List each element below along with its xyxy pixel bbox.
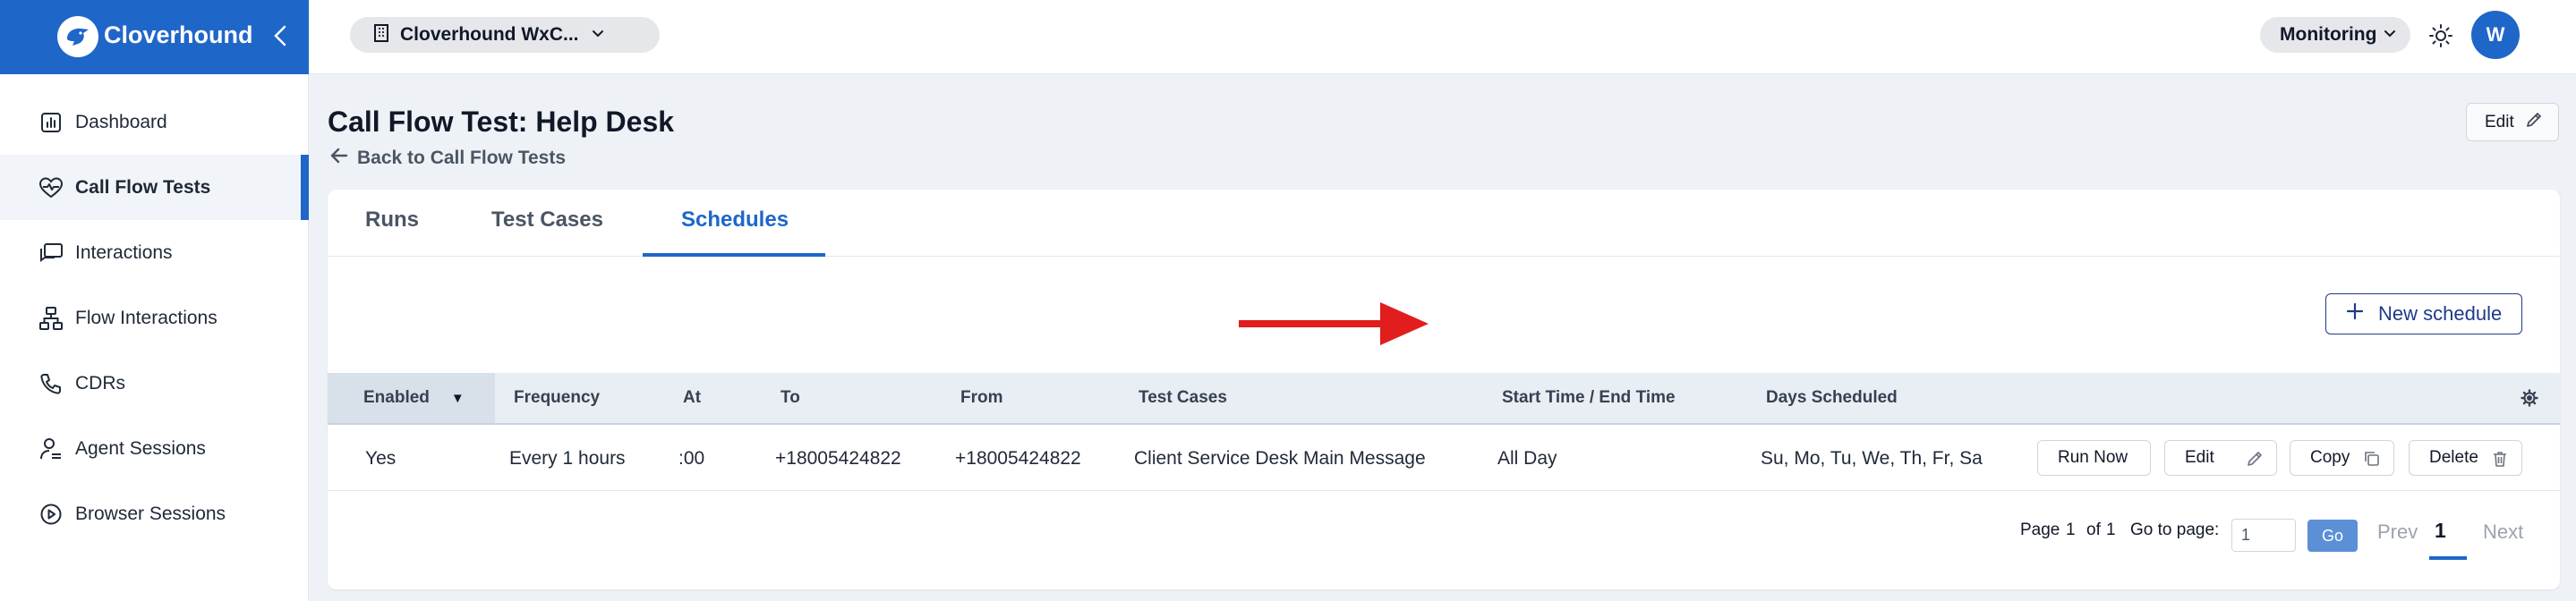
back-link[interactable]: Back to Call Flow Tests <box>330 148 566 169</box>
sidebar-nav: Dashboard Call Flow Tests Interactions F… <box>0 89 309 546</box>
page-of-word: of <box>2086 521 2101 539</box>
new-schedule-label: New schedule <box>2378 302 2503 325</box>
sidebar-item-label: Browser Sessions <box>75 503 226 524</box>
sidebar-item-label: Flow Interactions <box>75 307 218 328</box>
edit-schedule-button[interactable]: Edit <box>2164 440 2277 476</box>
sidebar-item-call-flow-tests[interactable]: Call Flow Tests <box>0 155 309 220</box>
theme-toggle-sun-icon[interactable] <box>2428 23 2453 48</box>
annotation-arrow-icon <box>1239 300 1430 351</box>
arrow-left-icon <box>330 148 348 169</box>
current-page-number[interactable]: 1 <box>2435 519 2446 543</box>
mode-selector[interactable]: Monitoring <box>2260 17 2410 53</box>
tab-runs[interactable]: Runs <box>365 207 419 233</box>
column-header-frequency[interactable]: Frequency <box>514 373 600 423</box>
chevron-down-icon <box>2384 27 2396 43</box>
edit-label: Edit <box>2185 448 2214 467</box>
table-row: Yes Every 1 hours :00 +18005424822 +1800… <box>328 427 2560 491</box>
delete-label: Delete <box>2429 448 2478 467</box>
column-header-to[interactable]: To <box>780 373 800 423</box>
cell-frequency: Every 1 hours <box>509 448 626 469</box>
org-selector[interactable]: Cloverhound WxC... <box>350 17 660 53</box>
column-header-days[interactable]: Days Scheduled <box>1766 373 1898 423</box>
heartbeat-icon <box>38 174 64 201</box>
chart-icon <box>38 109 64 136</box>
sidebar-item-label: Dashboard <box>75 111 167 132</box>
pencil-icon <box>2525 111 2543 134</box>
sidebar-item-dashboard[interactable]: Dashboard <box>0 89 309 155</box>
copy-icon <box>2363 450 2381 473</box>
phone-icon <box>38 370 64 397</box>
edit-button-label: Edit <box>2485 112 2514 131</box>
brand-name: Cloverhound <box>104 21 253 48</box>
building-icon <box>373 23 389 47</box>
cloverhound-logo-icon <box>57 16 98 57</box>
user-avatar[interactable]: W <box>2471 11 2520 59</box>
sidebar-item-interactions[interactable]: Interactions <box>0 220 309 285</box>
chat-icon <box>38 240 64 267</box>
go-button[interactable]: Go <box>2307 520 2358 552</box>
trash-icon <box>2491 450 2509 473</box>
back-link-label: Back to Call Flow Tests <box>357 148 566 168</box>
mode-label: Monitoring <box>2280 24 2377 45</box>
sidebar: Cloverhound Dashboard Call Flow Tests In… <box>0 0 309 601</box>
column-header-test-cases[interactable]: Test Cases <box>1139 373 1227 423</box>
table-header: Enabled ▼ Frequency At To From Test Case… <box>328 373 2560 425</box>
column-header-from[interactable]: From <box>960 373 1003 423</box>
top-bar: Cloverhound WxC... Monitoring W <box>309 0 2576 74</box>
cell-from: +18005424822 <box>955 448 1081 469</box>
org-name: Cloverhound WxC... <box>400 24 579 45</box>
sidebar-item-label: CDRs <box>75 372 125 394</box>
chevron-down-icon <box>592 27 604 43</box>
copy-label: Copy <box>2310 448 2350 467</box>
plus-icon <box>2346 302 2364 326</box>
column-header-enabled[interactable]: Enabled ▼ <box>328 373 495 423</box>
page-current-text: 1 <box>2066 521 2076 539</box>
sidebar-item-label: Call Flow Tests <box>75 176 211 198</box>
run-now-button[interactable]: Run Now <box>2037 440 2151 476</box>
run-now-label: Run Now <box>2058 448 2128 467</box>
tab-schedules[interactable]: Schedules <box>681 207 789 233</box>
next-page-link[interactable]: Next <box>2483 521 2523 544</box>
cell-to: +18005424822 <box>775 448 901 469</box>
goto-label: Go to page: <box>2130 521 2220 539</box>
column-label: Enabled <box>363 388 430 407</box>
new-schedule-button[interactable]: New schedule <box>2325 293 2522 334</box>
schedules-card: Runs Test Cases Schedules New schedule E… <box>328 190 2560 589</box>
flow-icon <box>38 305 64 332</box>
sidebar-item-label: Interactions <box>75 241 173 263</box>
active-tab-indicator <box>643 253 825 257</box>
tab-bar: Runs Test Cases Schedules <box>328 190 2560 257</box>
column-header-at[interactable]: At <box>683 373 701 423</box>
prev-page-link[interactable]: Prev <box>2377 521 2418 544</box>
sidebar-item-browser-sessions[interactable]: Browser Sessions <box>0 481 309 546</box>
tab-test-cases[interactable]: Test Cases <box>491 207 603 233</box>
gear-icon[interactable] <box>2521 389 2538 411</box>
page-title: Call Flow Test: Help Desk <box>328 106 675 138</box>
pencil-icon <box>2246 450 2264 473</box>
brand-header: Cloverhound <box>0 0 309 74</box>
cell-enabled: Yes <box>365 448 397 469</box>
sidebar-item-label: Agent Sessions <box>75 437 206 459</box>
delete-schedule-button[interactable]: Delete <box>2409 440 2522 476</box>
sort-desc-icon: ▼ <box>450 390 465 406</box>
current-page-indicator <box>2429 556 2467 560</box>
edit-test-button[interactable]: Edit <box>2466 103 2559 141</box>
goto-page-input[interactable] <box>2231 519 2296 552</box>
collapse-sidebar-chevron-icon[interactable] <box>270 21 292 50</box>
cell-at: :00 <box>678 448 705 469</box>
page-word: Page <box>2020 521 2060 539</box>
page-total: 1 <box>2106 521 2116 539</box>
cell-days: Su, Mo, Tu, We, Th, Fr, Sa <box>1761 448 1983 469</box>
agent-icon <box>38 436 64 462</box>
column-header-time[interactable]: Start Time / End Time <box>1502 373 1676 423</box>
copy-schedule-button[interactable]: Copy <box>2290 440 2394 476</box>
play-circle-icon <box>38 501 64 528</box>
cell-test-cases: Client Service Desk Main Message <box>1134 448 1426 469</box>
sidebar-item-flow-interactions[interactable]: Flow Interactions <box>0 285 309 351</box>
sidebar-item-cdrs[interactable]: CDRs <box>0 351 309 416</box>
sidebar-item-agent-sessions[interactable]: Agent Sessions <box>0 416 309 481</box>
cell-time: All Day <box>1497 448 1557 469</box>
